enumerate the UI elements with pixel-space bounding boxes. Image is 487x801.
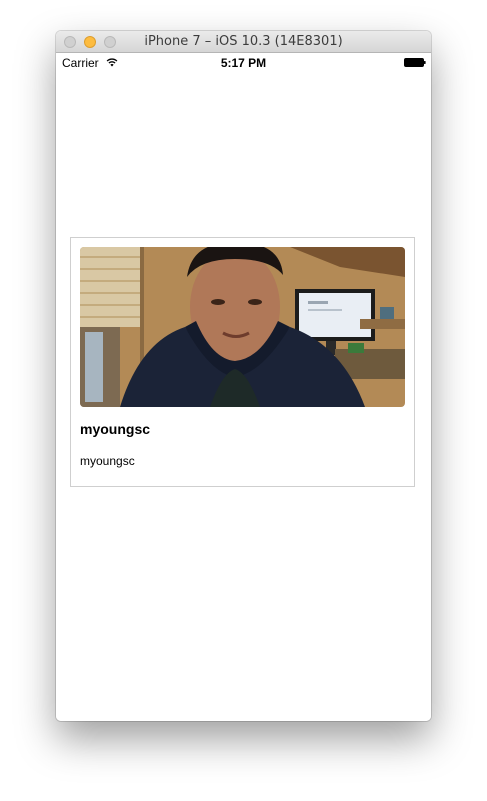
battery-icon <box>404 58 426 67</box>
profile-card[interactable]: myoungsc myoungsc <box>70 237 415 487</box>
app-screen: myoungsc myoungsc <box>56 73 431 721</box>
status-time: 5:17 PM <box>220 56 267 70</box>
ios-status-bar: Carrier 5:17 PM <box>56 53 431 73</box>
desktop-background: iPhone 7 – iOS 10.3 (14E8301) Carrier 5:… <box>0 0 487 801</box>
window-title: iPhone 7 – iOS 10.3 (14E8301) <box>144 34 343 49</box>
card-title: myoungsc <box>80 421 151 437</box>
window-titlebar[interactable]: iPhone 7 – iOS 10.3 (14E8301) <box>56 31 431 53</box>
profile-photo <box>80 247 405 407</box>
card-subtitle: myoungsc <box>80 454 135 468</box>
simulator-window: iPhone 7 – iOS 10.3 (14E8301) Carrier 5:… <box>56 31 431 721</box>
